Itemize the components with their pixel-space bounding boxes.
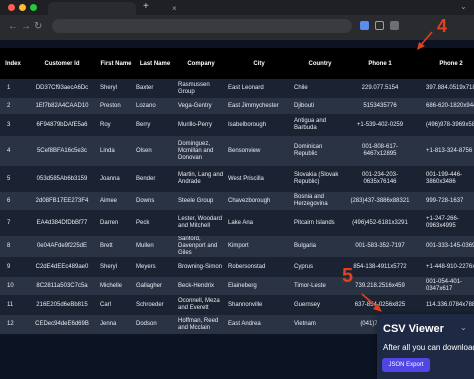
json-export-button[interactable]: JSON Export	[382, 358, 430, 372]
csv-viewer-subtitle: After all you can download	[383, 343, 474, 352]
csv-viewer-title: CSV Viewer	[383, 323, 444, 335]
annotation-number-4: 4	[437, 16, 448, 36]
arrow-4-head	[417, 42, 425, 50]
arrow-5-shaft	[361, 293, 379, 309]
collapse-chevron-icon[interactable]: ⌄	[460, 323, 467, 333]
annotation-number-5: 5	[342, 265, 354, 287]
csv-viewer-panel: CSV Viewer ⌄ After all you can download …	[377, 314, 474, 379]
